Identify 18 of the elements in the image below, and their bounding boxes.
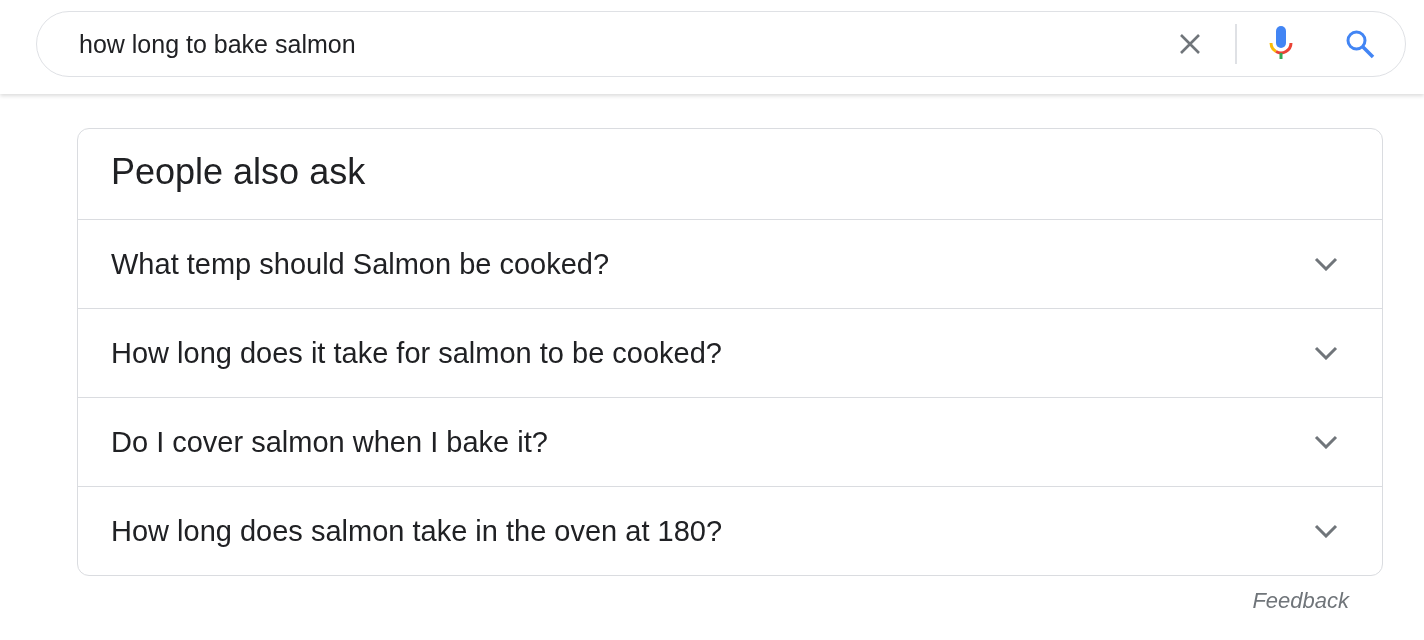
question-text: Do I cover salmon when I bake it? (111, 425, 549, 459)
question-text: How long does it take for salmon to be cooked? (111, 336, 723, 370)
search-icon[interactable] (1345, 29, 1375, 59)
microphone-icon[interactable] (1269, 26, 1293, 62)
feedback-link[interactable]: Feedback (1252, 588, 1349, 614)
chevron-icon (1314, 435, 1338, 449)
question-item[interactable]: How long does salmon take in the oven at 180? (78, 486, 1382, 575)
question-text: How long does salmon take in the oven at 180? (111, 514, 723, 548)
question-text: What temp should Salmon be cooked? (111, 247, 611, 281)
question-item[interactable]: How long does it take for salmon to be cooked? (78, 308, 1382, 397)
question-item[interactable]: Do I cover salmon when I bake it? (78, 397, 1382, 486)
chevron-icon (1314, 346, 1338, 360)
section-title: People also ask (110, 150, 367, 194)
close-icon[interactable] (1179, 33, 1201, 55)
search-query: how long to bake salmon (79, 29, 357, 59)
chevron-icon (1314, 257, 1338, 271)
question-item[interactable]: What temp should Salmon be cooked? (78, 219, 1382, 308)
chevron-icon (1314, 524, 1338, 538)
